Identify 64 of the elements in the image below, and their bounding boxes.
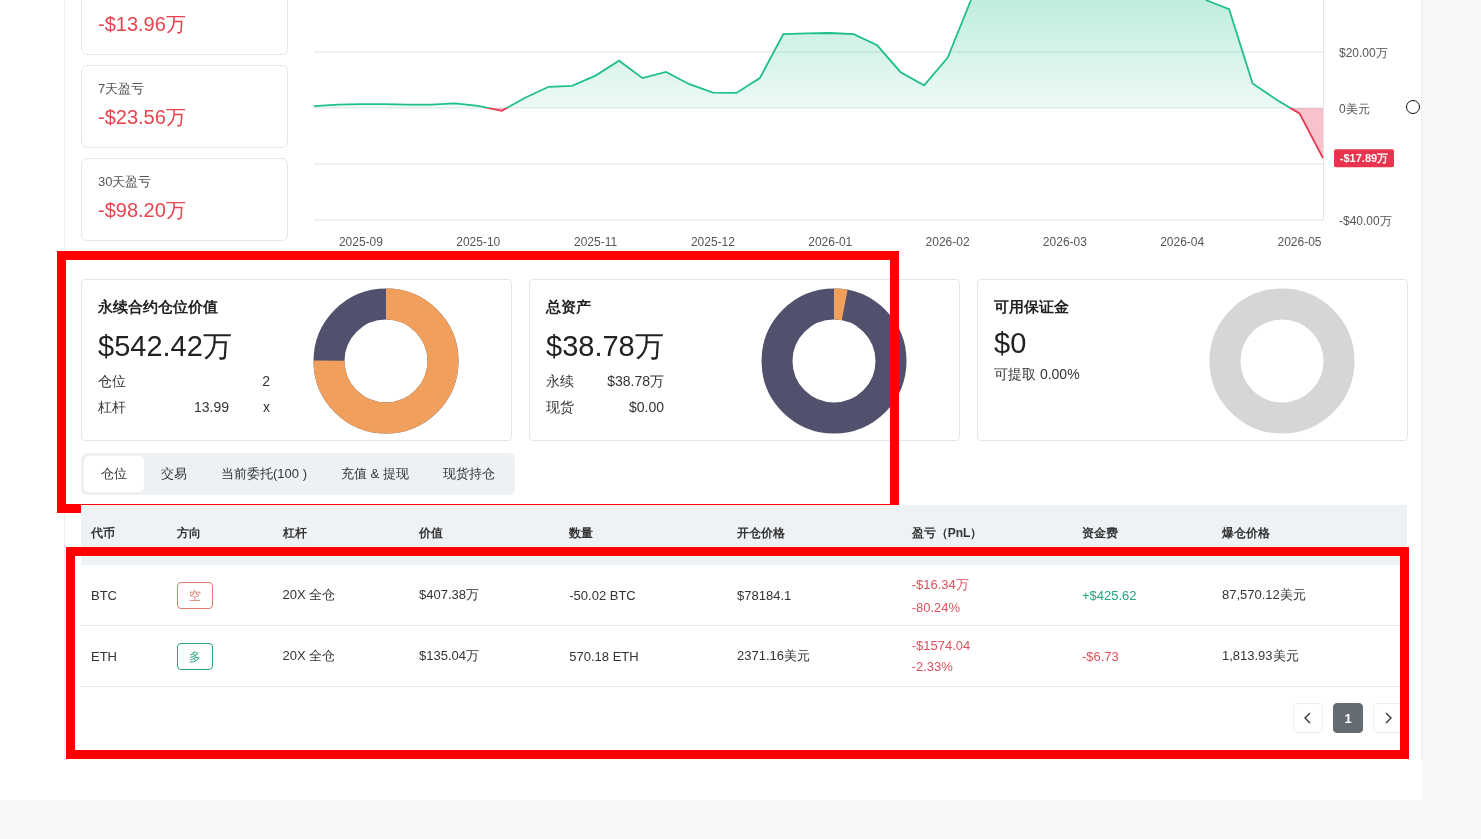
x-axis-label: 2025-12 — [690, 235, 735, 249]
table-cell: 2371.16美元 — [727, 625, 902, 687]
x-axis-label: 2026-03 — [1042, 235, 1087, 249]
page-button[interactable]: 1 — [1333, 703, 1363, 733]
next-page-button[interactable] — [1373, 703, 1403, 733]
table-cell: 20X 全仓 — [272, 625, 410, 687]
x-axis-label: 2026-01 — [808, 235, 853, 249]
row-label: 仓位 — [98, 373, 127, 391]
pnl-percent: -2.33% — [911, 659, 954, 674]
row-value: 2 — [261, 373, 270, 391]
tab[interactable]: 交易 — [144, 456, 204, 492]
value-badge: -$17.89万 — [1334, 149, 1394, 168]
pnl-value: -$13.96万 — [98, 12, 187, 37]
row-value: $38.78万 — [606, 373, 664, 391]
table-cell: $407.38万 — [409, 565, 560, 626]
card-title: 总资产 — [546, 298, 592, 317]
side-badge: 空 — [177, 581, 214, 609]
table-cell: BTC — [81, 565, 168, 626]
card-title: 永续合约仓位价值 — [98, 298, 219, 317]
chevron-left-icon — [1304, 712, 1312, 724]
y-axis-label: 0美元 — [1339, 102, 1370, 117]
card-value: $542.42万 — [98, 329, 233, 364]
table-cell: +$425.62 — [1071, 565, 1212, 626]
table-cell: $135.04万 — [409, 625, 560, 687]
tab[interactable]: 现货持仓 — [425, 456, 512, 492]
x-axis-label: 2026-04 — [1160, 235, 1205, 249]
card-value: $38.78万 — [546, 329, 665, 364]
row-value: 13.99 — [192, 399, 229, 417]
row-label: 现货 — [546, 399, 575, 417]
pnl-percent: -80.24% — [911, 599, 962, 615]
pnl-label: 7天盈亏 — [98, 80, 146, 98]
x-axis-label: 2026-05 — [1277, 235, 1322, 249]
tab[interactable]: 当前委托(100 ) — [204, 456, 324, 492]
pnl-amount: -$1574.04 — [911, 638, 972, 653]
tab[interactable]: 充值 & 提现 — [323, 456, 426, 492]
row-label: 永续 — [546, 373, 575, 391]
pnl-value: -$23.56万 — [98, 105, 187, 130]
x-axis-label: 2025-11 — [574, 235, 618, 249]
previous-page-button[interactable] — [1293, 703, 1323, 733]
table-cell: $78184.1 — [727, 565, 902, 626]
side-badge: 多 — [177, 642, 214, 670]
table-cell: 87,570.12美元 — [1211, 565, 1407, 626]
table-cell: 570.18 ETH — [559, 625, 728, 687]
chevron-right-icon — [1384, 712, 1392, 724]
pnl-value: -$98.20万 — [98, 198, 187, 223]
row-value: $0.00 — [627, 399, 664, 417]
pnl-amount: -$16.34万 — [911, 575, 970, 594]
table-cell: -$6.73 — [1071, 625, 1212, 687]
row-label: 杠杆 — [98, 399, 127, 417]
unit-label: x — [262, 399, 270, 417]
x-axis-label: 2025-10 — [456, 235, 501, 249]
tab[interactable]: 仓位 — [84, 456, 144, 492]
x-axis-label: 2025-09 — [338, 235, 383, 249]
table-cell: ETH — [81, 625, 168, 687]
y-axis-label: -$40.00万 — [1339, 214, 1392, 228]
table-cell: 1,813.93美元 — [1211, 625, 1407, 687]
table-cell: 20X 全仓 — [272, 565, 410, 626]
card-value: $0 — [994, 327, 1028, 360]
card-title: 可用保证金 — [994, 298, 1070, 317]
table-cell: -50.02 BTC — [559, 565, 728, 626]
y-axis-label: $20.00万 — [1339, 46, 1388, 61]
withdrawable-note: 可提取 0.00% — [994, 366, 1081, 384]
x-axis-label: 2026-02 — [925, 235, 970, 249]
pnl-label: 30天盈亏 — [98, 173, 153, 191]
